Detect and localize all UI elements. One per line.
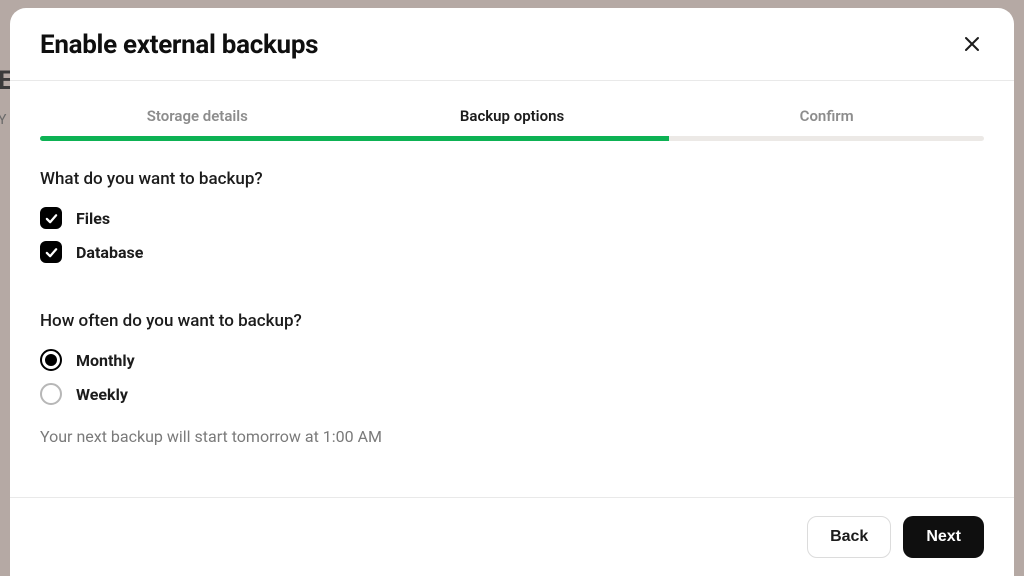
backup-what-section: What do you want to backup? Files Databa…	[40, 169, 984, 263]
option-label: Monthly	[76, 351, 135, 370]
checkbox-option-database[interactable]: Database	[40, 241, 984, 263]
section-question: How often do you want to backup?	[40, 311, 984, 331]
step-backup-options[interactable]: Backup options	[355, 107, 670, 137]
modal-header: Enable external backups	[10, 8, 1014, 81]
step-label: Storage details	[40, 107, 355, 137]
step-label: Confirm	[669, 107, 984, 137]
backup-frequency-section: How often do you want to backup? Monthly…	[40, 311, 984, 446]
step-storage-details[interactable]: Storage details	[40, 107, 355, 137]
option-label: Database	[76, 243, 143, 262]
radio-unselected-icon	[40, 383, 62, 405]
section-question: What do you want to backup?	[40, 169, 984, 189]
modal-enable-external-backups: Enable external backups Storage details …	[10, 8, 1014, 576]
modal-title: Enable external backups	[40, 30, 318, 60]
close-button[interactable]	[960, 32, 984, 59]
radio-selected-icon	[40, 349, 62, 371]
next-button[interactable]: Next	[903, 516, 984, 558]
close-icon	[964, 36, 980, 55]
checkbox-option-files[interactable]: Files	[40, 207, 984, 229]
radio-option-monthly[interactable]: Monthly	[40, 349, 984, 371]
back-button[interactable]: Back	[807, 516, 891, 558]
option-label: Weekly	[76, 385, 128, 404]
checkbox-checked-icon	[40, 207, 62, 229]
next-backup-hint: Your next backup will start tomorrow at …	[40, 427, 984, 446]
checkbox-checked-icon	[40, 241, 62, 263]
progress-segment	[669, 136, 984, 141]
wizard-steps: Storage details Backup options Confirm	[40, 107, 984, 137]
modal-footer: Back Next	[10, 497, 1014, 576]
background-text-fragment: Y	[0, 112, 6, 128]
radio-option-weekly[interactable]: Weekly	[40, 383, 984, 405]
progress-segment	[40, 136, 355, 141]
step-confirm[interactable]: Confirm	[669, 107, 984, 137]
step-label: Backup options	[355, 107, 670, 137]
option-label: Files	[76, 209, 110, 228]
modal-body: Storage details Backup options Confirm W…	[10, 81, 1014, 497]
progress-segment	[355, 136, 670, 141]
wizard-progress-bar	[40, 136, 984, 141]
